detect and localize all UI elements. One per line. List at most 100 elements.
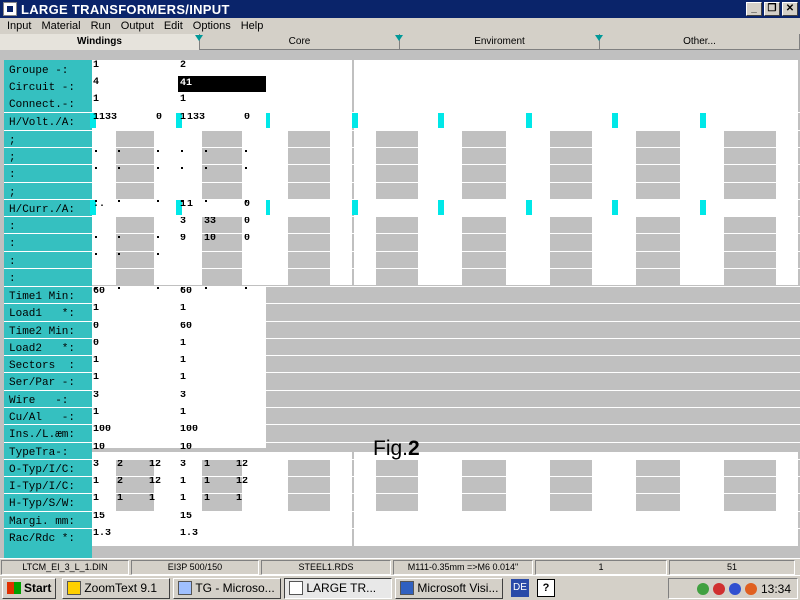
status-bar: LTCM_EI_3_L_1.DIN EI3P 500/150 STEEL1.RD… [0, 558, 800, 575]
tab-core[interactable]: Core [200, 34, 403, 50]
row-label: Rac/Rdc *: [9, 533, 76, 545]
empty-column-row[interactable] [440, 112, 528, 130]
empty-column-row[interactable] [702, 112, 798, 130]
status-steel: STEEL1.RDS [261, 560, 391, 575]
circuit-selected-cell[interactable]: 41 [178, 76, 266, 92]
empty-column-block[interactable] [440, 512, 528, 546]
empty-column-block[interactable] [266, 512, 352, 546]
empty-column-block[interactable] [528, 512, 614, 546]
restore-button[interactable]: ❐ [764, 2, 780, 16]
row-separator [4, 493, 800, 494]
menu-output[interactable]: Output [116, 20, 159, 32]
cyan-marker [700, 112, 706, 128]
placeholder-dot [245, 150, 247, 152]
tab-other[interactable]: Other... [600, 34, 800, 50]
language-indicator[interactable]: DE [511, 579, 529, 597]
circuit-value[interactable]: 4 [93, 75, 99, 91]
circuit-value[interactable]: 41 [178, 78, 192, 89]
empty-column-row[interactable] [266, 199, 352, 217]
task-microsoft-visio[interactable]: Microsoft Visi... [395, 577, 504, 599]
empty-column-row[interactable] [266, 112, 352, 130]
empty-column-block[interactable] [614, 60, 702, 112]
cyan-marker [612, 112, 618, 128]
help-icon[interactable]: ? [537, 579, 555, 597]
placeholder-dot [245, 287, 247, 289]
empty-region [440, 286, 528, 386]
minimize-button[interactable]: _ [746, 2, 762, 16]
groupe-value[interactable]: 2 [180, 58, 186, 74]
winding-slot [724, 459, 776, 512]
empty-column-row[interactable] [440, 199, 528, 217]
connect-value[interactable]: 1 [180, 92, 186, 108]
taskbar: Start ZoomText 9.1 TG - Microso... LARGE… [0, 575, 800, 600]
empty-column-row[interactable] [702, 199, 798, 217]
task-large-transformers[interactable]: LARGE TR... [284, 577, 393, 599]
title-bar: LARGE TRANSFORMERS/INPUT _ ❐ ✕ [0, 0, 800, 18]
task-tg-microsoft[interactable]: TG - Microso... [173, 577, 282, 599]
row-separator [4, 182, 800, 183]
empty-region [614, 286, 702, 386]
row-label: : [9, 169, 16, 181]
empty-column-row[interactable] [354, 199, 440, 217]
empty-region [354, 286, 440, 386]
security-icon[interactable] [712, 582, 725, 595]
figure-number: 2 [408, 437, 420, 460]
placeholder-dot [118, 150, 120, 152]
empty-column-row[interactable] [528, 112, 614, 130]
empty-column-block[interactable] [354, 512, 440, 546]
empty-column-block[interactable] [614, 512, 702, 546]
network-icon[interactable] [696, 582, 709, 595]
update-icon[interactable] [728, 582, 741, 595]
tab-windings[interactable]: Windings [0, 34, 203, 50]
empty-column-row[interactable] [614, 199, 702, 217]
placeholder-dot [181, 150, 183, 152]
menu-options[interactable]: Options [188, 20, 236, 32]
row-separator [4, 303, 800, 304]
winding-slot [462, 459, 506, 512]
menu-material[interactable]: Material [36, 20, 85, 32]
empty-column-row[interactable] [354, 112, 440, 130]
cyan-marker [438, 112, 444, 128]
empty-column-block[interactable] [528, 60, 614, 112]
task-large-tr-label: LARGE TR... [306, 580, 377, 595]
menu-input[interactable]: Input [2, 20, 36, 32]
row-label: H/Volt./A: [9, 117, 76, 129]
empty-column-block[interactable] [702, 60, 798, 112]
groupe-value[interactable]: 1 [93, 58, 99, 74]
column-block[interactable] [92, 60, 178, 112]
row-label: Ser/Par -: [9, 377, 76, 389]
figure-caption: Fig.2 [373, 437, 420, 461]
winding-slot [288, 130, 330, 200]
empty-column-row[interactable] [614, 112, 702, 130]
row-separator [4, 112, 800, 113]
row-separator [4, 130, 800, 131]
placeholder-dot [95, 150, 97, 152]
empty-column-block[interactable] [702, 512, 798, 546]
menu-help[interactable]: Help [236, 20, 269, 32]
task-tg-label: TG - Microso... [195, 580, 275, 595]
empty-region [528, 286, 614, 386]
cyan-marker [352, 112, 358, 128]
menu-edit[interactable]: Edit [159, 20, 188, 32]
start-button[interactable]: Start [2, 577, 57, 599]
winding-slot [550, 130, 592, 200]
placeholder-dot [118, 167, 120, 169]
winding-slot [288, 459, 330, 512]
row-separator [4, 355, 800, 356]
label-column: Groupe -: Circuit -: Connect.-: H/Volt./A:;… [4, 60, 92, 598]
antivirus-icon[interactable] [744, 582, 757, 595]
app-icon[interactable] [3, 2, 17, 16]
close-button[interactable]: ✕ [782, 2, 798, 16]
placeholder-dot [157, 150, 159, 152]
empty-column-block[interactable] [354, 60, 440, 112]
empty-region [702, 286, 798, 386]
tab-enviroment[interactable]: Enviroment [400, 34, 603, 50]
menu-run[interactable]: Run [86, 20, 116, 32]
task-zoomtext[interactable]: ZoomText 9.1 [62, 577, 171, 599]
winding-slot [636, 459, 680, 512]
empty-column-row[interactable] [528, 199, 614, 217]
winding-slot [202, 130, 242, 200]
connect-value[interactable]: 1 [93, 92, 99, 108]
empty-column-block[interactable] [440, 60, 528, 112]
empty-column-block[interactable] [266, 60, 352, 112]
